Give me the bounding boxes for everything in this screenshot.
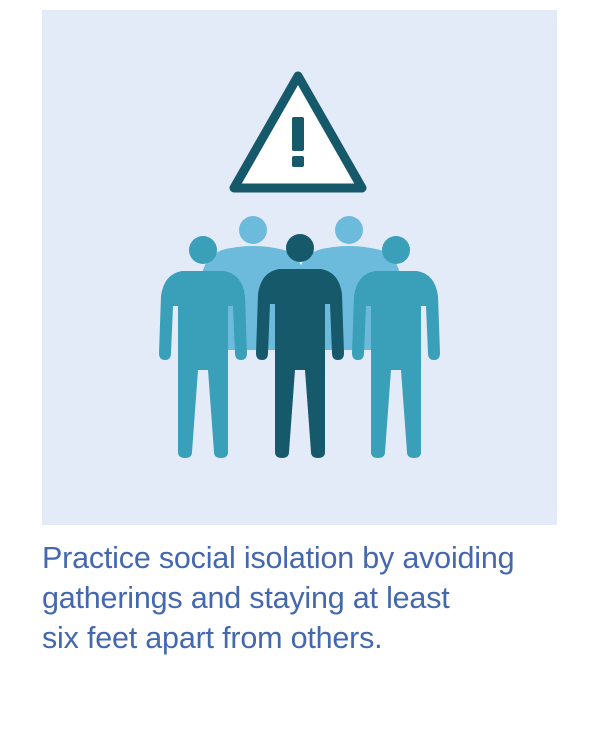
infographic-page: Practice social isolation by avoiding ga… xyxy=(0,0,600,743)
caption-text: Practice social isolation by avoiding ga… xyxy=(42,541,515,655)
illustration-panel xyxy=(42,10,557,525)
warning-triangle-icon xyxy=(229,71,367,193)
illustration-svg xyxy=(159,71,440,458)
